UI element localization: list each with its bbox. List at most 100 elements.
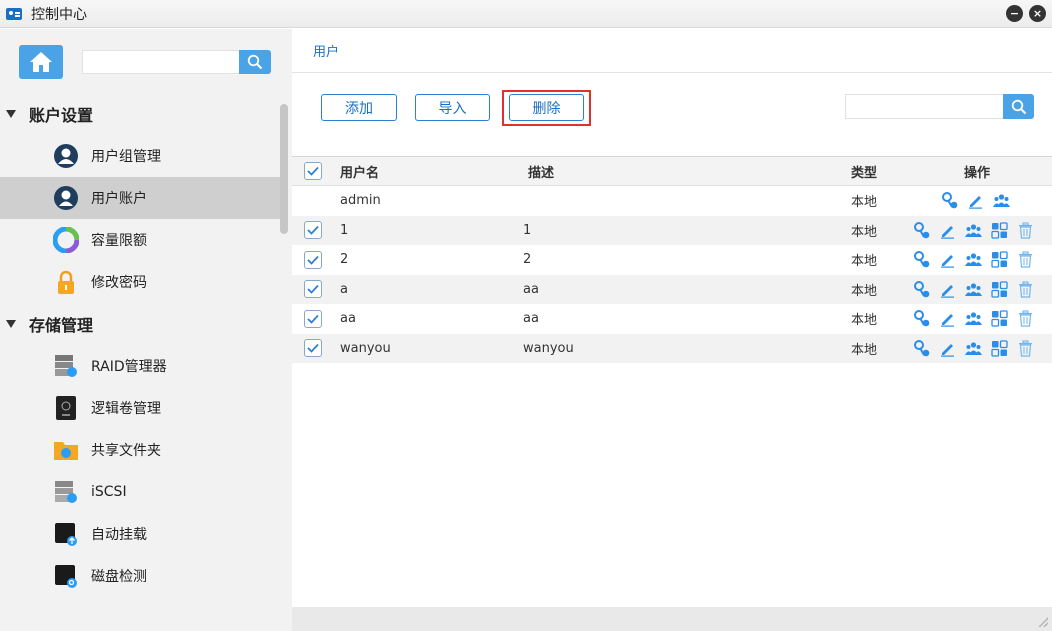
sidebar-item-shared-folder[interactable]: 共享文件夹	[0, 429, 280, 471]
sidebar-item-raid[interactable]: RAID管理器	[0, 345, 280, 387]
cell-type: 本地	[851, 224, 878, 240]
trash-icon[interactable]	[1017, 281, 1034, 298]
sidebar-item-auto-mount[interactable]: 自动挂载	[0, 513, 280, 555]
resize-grip-icon[interactable]	[1038, 617, 1048, 627]
column-header-description[interactable]: 描述	[528, 157, 554, 185]
table-row[interactable]: a aa 本地	[292, 274, 1052, 305]
trash-icon[interactable]	[1017, 251, 1034, 268]
sidebar-search-button[interactable]	[239, 50, 271, 74]
sidebar-item-label: 共享文件夹	[91, 443, 161, 459]
sidebar-item-label: 自动挂载	[91, 527, 147, 543]
sidebar-item-quota[interactable]: 容量限额	[0, 219, 280, 261]
delete-button-highlight	[502, 90, 591, 126]
key-icon[interactable]	[941, 192, 958, 209]
edit-icon[interactable]	[967, 192, 984, 209]
checkmark-icon	[307, 226, 319, 236]
add-button[interactable]: 添加	[321, 94, 397, 121]
cell-username: 2	[340, 252, 349, 268]
sidebar-item-lvm[interactable]: 逻辑卷管理	[0, 387, 280, 429]
row-operations	[913, 304, 1043, 334]
cell-description: 1	[523, 222, 532, 238]
cell-username: 1	[340, 222, 349, 238]
table-row[interactable]: wanyou wanyou 本地	[292, 333, 1052, 363]
sidebar: 账户设置 用户组管理 用户账户 容量限额 修改密码 存储管理 RAID管理器 逻…	[0, 29, 292, 631]
control-center-icon	[6, 7, 22, 20]
disk-check-icon	[53, 563, 79, 589]
group-icon[interactable]	[965, 251, 982, 268]
cell-description: aa	[523, 311, 539, 327]
table-row[interactable]: 1 1 本地	[292, 215, 1052, 245]
title-bar: 控制中心 − ×	[0, 0, 1052, 28]
minimize-button[interactable]: −	[1006, 5, 1023, 22]
cell-description: 2	[523, 252, 532, 268]
sidebar-item-user-accounts[interactable]: 用户账户	[0, 177, 280, 219]
apps-icon[interactable]	[991, 310, 1008, 327]
user-search-input[interactable]	[845, 94, 1003, 119]
checkmark-icon	[307, 255, 319, 265]
sidebar-item-user-groups[interactable]: 用户组管理	[0, 135, 280, 177]
cell-username: aa	[340, 311, 356, 327]
key-icon[interactable]	[913, 221, 930, 239]
home-button[interactable]	[19, 45, 63, 79]
checkmark-icon	[307, 314, 319, 324]
key-icon[interactable]	[913, 251, 930, 268]
user-search-button[interactable]	[1003, 94, 1034, 119]
apps-icon[interactable]	[991, 222, 1008, 239]
table-row[interactable]: admin 本地	[292, 186, 1052, 216]
row-operations	[913, 245, 1043, 275]
group-icon[interactable]	[965, 310, 982, 327]
row-checkbox-cell	[304, 275, 322, 305]
cell-username: a	[340, 281, 348, 297]
trash-icon[interactable]	[1017, 222, 1034, 239]
key-icon[interactable]	[913, 310, 930, 327]
trash-icon[interactable]	[1017, 340, 1034, 357]
search-icon	[247, 54, 263, 70]
expand-triangle-icon	[6, 320, 16, 328]
group-icon[interactable]	[965, 281, 982, 298]
edit-icon[interactable]	[939, 251, 956, 268]
row-operations	[941, 186, 1019, 216]
key-icon[interactable]	[913, 339, 930, 357]
sidebar-footer	[0, 607, 292, 631]
apps-icon[interactable]	[991, 251, 1008, 268]
group-icon[interactable]	[965, 340, 982, 357]
row-checkbox[interactable]	[304, 250, 322, 269]
edit-icon[interactable]	[939, 281, 956, 298]
row-checkbox[interactable]	[304, 309, 322, 328]
group-icon[interactable]	[965, 222, 982, 239]
table-row[interactable]: aa aa 本地	[292, 304, 1052, 334]
column-header-operations: 操作	[964, 165, 991, 181]
cell-type: 本地	[851, 195, 878, 211]
sidebar-item-iscsi[interactable]: iSCSI	[0, 471, 280, 513]
column-header-type[interactable]: 类型	[851, 157, 877, 185]
section-account-settings[interactable]: 账户设置	[0, 96, 280, 132]
section-storage-management[interactable]: 存储管理	[0, 306, 280, 342]
close-button[interactable]: ×	[1029, 5, 1046, 22]
edit-icon[interactable]	[939, 340, 956, 357]
column-header-username[interactable]: 用户名	[340, 157, 379, 185]
sidebar-item-label: RAID管理器	[91, 359, 167, 375]
edit-icon[interactable]	[939, 222, 956, 239]
row-checkbox[interactable]	[304, 221, 322, 240]
sidebar-item-disk-check[interactable]: 磁盘检测	[0, 555, 280, 597]
key-icon[interactable]	[913, 280, 930, 298]
group-icon[interactable]	[993, 192, 1010, 209]
edit-icon[interactable]	[939, 310, 956, 327]
sidebar-item-label: 用户组管理	[91, 149, 161, 165]
row-checkbox[interactable]	[304, 280, 322, 299]
sidebar-item-label: 容量限额	[91, 233, 147, 249]
apps-icon[interactable]	[991, 281, 1008, 298]
trash-icon[interactable]	[1017, 310, 1034, 327]
table-row[interactable]: 2 2 本地	[292, 245, 1052, 275]
row-checkbox[interactable]	[304, 339, 322, 358]
row-checkbox-cell	[304, 245, 322, 275]
sidebar-search-input[interactable]	[82, 50, 240, 74]
apps-icon[interactable]	[991, 340, 1008, 357]
breadcrumb[interactable]: 用户	[313, 41, 339, 60]
shared-folder-icon	[53, 437, 79, 463]
sidebar-scrollbar[interactable]	[280, 104, 288, 234]
cell-username: admin	[340, 193, 381, 209]
import-button[interactable]: 导入	[415, 94, 490, 121]
sidebar-item-change-password[interactable]: 修改密码	[0, 261, 280, 303]
select-all-checkbox[interactable]	[304, 162, 322, 180]
